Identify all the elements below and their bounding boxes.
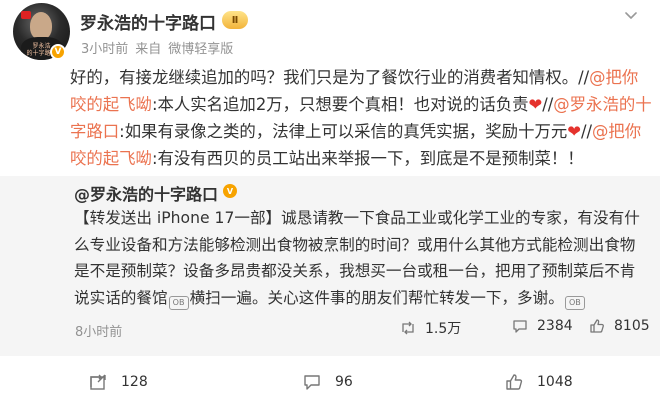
- heart-emoji: ❤: [528, 95, 543, 114]
- quoted-text: 【转发送出 iPhone 17一部】诚恳请教一下食品工业或化学工业的专家，有没有…: [74, 205, 649, 311]
- repost-icon: [402, 321, 414, 335]
- video-icon[interactable]: OB: [564, 295, 585, 310]
- repost-count: 128: [121, 374, 148, 390]
- quoted-comment-count: 2384: [537, 318, 573, 334]
- text-seg-4: :如果有录像之类的，法律上可以采信的真凭实据，奖励十万元: [119, 122, 568, 141]
- quoted-time[interactable]: 8小时前: [75, 321, 122, 340]
- quoted-comment-button[interactable]: 2384: [512, 318, 573, 334]
- quoted-like-count: 8105: [614, 318, 650, 334]
- quoted-like-button[interactable]: 8105: [589, 318, 650, 334]
- comment-button[interactable]: 96: [303, 373, 353, 391]
- quoted-repost-count: 1.5万: [425, 321, 462, 337]
- avatar-face: [30, 12, 52, 40]
- repost-button[interactable]: 128: [89, 373, 148, 391]
- quoted-text-b: 横扫一遍。关心这件事的朋友们帮忙转发一下，多谢。: [189, 288, 564, 307]
- video-icon[interactable]: OB: [168, 295, 189, 310]
- quoted-post[interactable]: @罗永浩的十字路口 V 【转发送出 iPhone 17一部】诚恳请教一下食品工业…: [0, 176, 660, 356]
- like-icon: [506, 374, 523, 390]
- action-bar: 128 96 1048: [0, 356, 660, 403]
- avatar-cap: [21, 11, 31, 19]
- chevron-down-icon[interactable]: [624, 8, 638, 22]
- author-name[interactable]: 罗永浩的十字路口: [80, 9, 216, 34]
- post-header: 罗永浩 的十字路口 V 罗永浩的十字路口 Ⅱ 3小时前 来自 微博轻享版: [0, 0, 660, 66]
- post-time[interactable]: 3小时前: [81, 42, 128, 57]
- text-seg-6: :有没有西贝的员工站出来举报一下，到底是不是预制菜！！: [151, 149, 584, 168]
- comment-count: 96: [335, 374, 353, 390]
- like-icon: [590, 319, 604, 333]
- verified-icon: V: [50, 44, 66, 60]
- post-meta: 3小时前 来自 微博轻享版: [81, 38, 240, 57]
- text-seg-5: //: [580, 122, 593, 141]
- post-text: 好的，有接龙继续追加的吗？我们只是为了餐饮行业的消费者知情权。//@把你咬的起飞…: [70, 64, 654, 172]
- like-count: 1048: [537, 374, 573, 390]
- text-seg-3: //: [542, 95, 554, 114]
- source-label: 来自: [135, 42, 162, 57]
- like-button[interactable]: 1048: [505, 373, 573, 391]
- comment-icon: [304, 375, 320, 390]
- repost-icon: [90, 374, 106, 390]
- verified-icon: V: [223, 184, 237, 198]
- client-name[interactable]: 微博轻享版: [168, 42, 233, 57]
- quoted-author[interactable]: @罗永浩的十字路口: [74, 181, 218, 205]
- level-badge[interactable]: Ⅱ: [222, 11, 248, 29]
- text-seg-1: 好的，有接龙继续追加的吗？我们只是为了餐饮行业的消费者知情权。//: [70, 68, 590, 87]
- text-seg-2: :本人实名追加2万，只想要个真相！也对说的话负责: [151, 95, 529, 114]
- comment-icon: [513, 320, 527, 333]
- heart-emoji: ❤: [567, 122, 581, 141]
- quoted-repost-button[interactable]: 1.5万: [400, 318, 461, 338]
